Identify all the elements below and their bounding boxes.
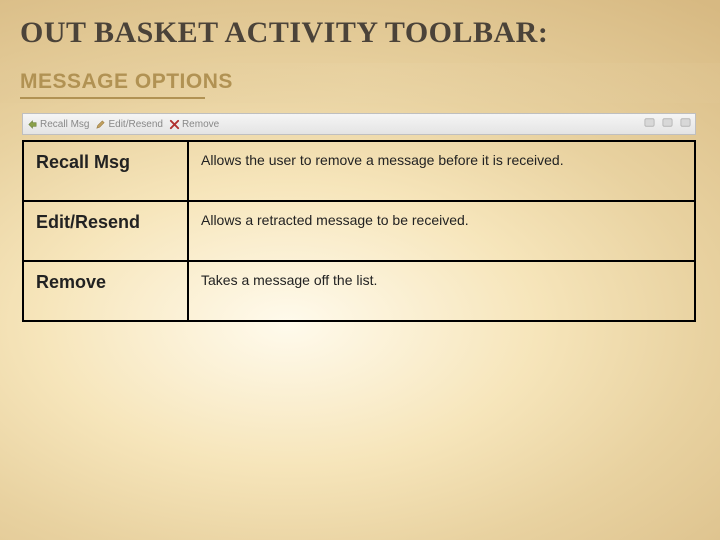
page-subtitle: MESSAGE OPTIONS [20,70,233,94]
option-name: Edit/Resend [23,201,188,261]
toolbar-misc-icon-3[interactable] [680,117,691,128]
recall-icon [27,119,38,130]
remove-x-icon [169,119,180,130]
option-name: Recall Msg [23,141,188,201]
pencil-icon [95,119,106,130]
table-row: Recall Msg Allows the user to remove a m… [23,141,695,201]
toolbar-edit-button[interactable]: Edit/Resend [95,119,162,130]
toolbar-right-icons [640,117,691,131]
page-title: OUT BASKET ACTIVITY TOOLBAR: [20,16,548,50]
toolbar-remove-label: Remove [182,119,219,130]
toolbar-recall-button[interactable]: Recall Msg [27,119,89,130]
toolbar-edit-label: Edit/Resend [108,119,162,130]
toolbar-misc-icon-1[interactable] [644,117,655,128]
message-options-toolbar: Recall Msg Edit/Resend Remove [22,113,696,135]
toolbar-misc-icon-2[interactable] [662,117,673,128]
subtitle-underline [20,97,205,99]
options-description-table: Recall Msg Allows the user to remove a m… [22,140,696,322]
option-description: Allows the user to remove a message befo… [188,141,695,201]
table-row: Remove Takes a message off the list. [23,261,695,321]
table-row: Edit/Resend Allows a retracted message t… [23,201,695,261]
option-description: Allows a retracted message to be receive… [188,201,695,261]
toolbar-remove-button[interactable]: Remove [169,119,219,130]
toolbar-recall-label: Recall Msg [40,119,89,130]
option-name: Remove [23,261,188,321]
option-description: Takes a message off the list. [188,261,695,321]
